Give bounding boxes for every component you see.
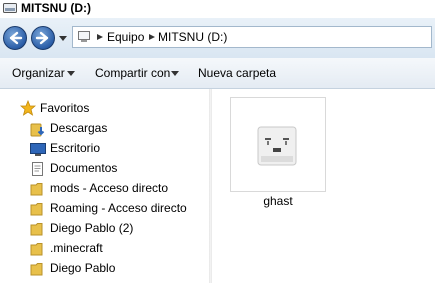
breadcrumb-drive[interactable]: MITSNU (D:): [158, 30, 227, 44]
ghast-image-icon: [257, 126, 297, 166]
sidebar-item-label: Escritorio: [50, 141, 101, 155]
computer-icon: [78, 31, 90, 42]
new-folder-button[interactable]: Nueva carpeta: [198, 66, 276, 80]
folder-icon: [30, 263, 43, 276]
breadcrumb-separator-icon[interactable]: [97, 34, 103, 40]
address-bar[interactable]: Equipo MITSNU (D:): [72, 26, 432, 48]
folder-icon: [30, 243, 43, 256]
drive-icon: [3, 3, 17, 13]
sidebar-item-label: .minecraft: [50, 241, 103, 255]
navigation-bar: Equipo MITSNU (D:): [0, 18, 435, 58]
sidebar-item-label: mods - Acceso directo: [50, 181, 169, 195]
chevron-down-icon: [171, 71, 179, 76]
file-name-label: ghast: [263, 194, 293, 208]
favorites-label: Favoritos: [40, 101, 90, 115]
sidebar-item-label: Roaming - Acceso directo: [50, 201, 187, 215]
organize-button[interactable]: Organizar: [12, 66, 65, 80]
desktop-icon: [30, 143, 46, 156]
star-icon: [20, 100, 36, 116]
sidebar-item-label: Diego Pablo: [50, 261, 116, 275]
command-bar: Organizar Compartir con Nueva carpeta: [0, 58, 435, 89]
share-with-button[interactable]: Compartir con: [95, 66, 170, 80]
file-list: ghast: [212, 89, 435, 283]
breadcrumb-separator-icon[interactable]: [149, 34, 155, 40]
back-button[interactable]: [3, 26, 27, 50]
file-item-ghast[interactable]: [230, 97, 326, 192]
documents-icon: [32, 162, 43, 176]
title-bar: MITSNU (D:): [0, 0, 435, 18]
forward-button[interactable]: [31, 26, 55, 50]
window-title: MITSNU (D:): [21, 1, 91, 15]
folder-icon: [30, 203, 43, 216]
folder-icon: [30, 183, 43, 196]
downloads-folder-icon: [30, 123, 45, 137]
sidebar-item-label: Documentos: [50, 161, 118, 175]
breadcrumb-equipo[interactable]: Equipo: [107, 30, 144, 44]
sidebar-item-label: Diego Pablo (2): [50, 221, 134, 235]
sidebar-item-label: Descargas: [50, 121, 108, 135]
arrow-right-icon: [35, 31, 49, 45]
folder-icon: [30, 223, 43, 236]
arrow-left-icon: [9, 31, 23, 45]
chevron-down-icon: [67, 71, 75, 76]
recent-pages-dropdown-icon[interactable]: [59, 36, 67, 41]
